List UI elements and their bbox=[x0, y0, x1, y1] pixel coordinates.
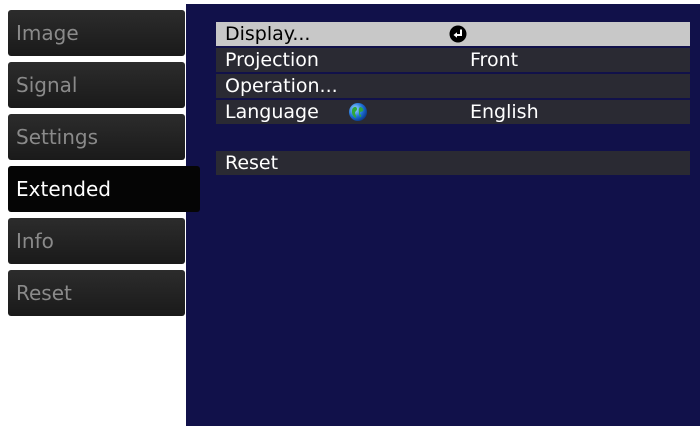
globe-icon bbox=[349, 103, 367, 121]
sidebar-item-signal[interactable]: Signal bbox=[8, 62, 185, 108]
row-label: Language bbox=[225, 101, 319, 123]
menu-row-operation[interactable]: Operation... bbox=[216, 74, 690, 98]
sidebar-item-info[interactable]: Info bbox=[8, 218, 185, 264]
menu-row-reset[interactable]: Reset bbox=[216, 151, 690, 175]
sidebar-item-settings[interactable]: Settings bbox=[8, 114, 185, 160]
row-label: Projection bbox=[225, 49, 319, 71]
row-value: Front bbox=[470, 49, 519, 71]
menu-row-display[interactable]: Display... bbox=[216, 22, 690, 46]
enter-icon bbox=[449, 25, 467, 43]
row-value: English bbox=[470, 101, 539, 123]
main-panel: Display... Projection Front Operation...… bbox=[186, 4, 700, 426]
sidebar-item-reset[interactable]: Reset bbox=[8, 270, 185, 316]
sidebar: Image Signal Settings Extended Info Rese… bbox=[0, 0, 200, 426]
menu-row-projection[interactable]: Projection Front bbox=[216, 48, 690, 72]
row-label: Reset bbox=[225, 152, 279, 174]
menu-row-language[interactable]: Language English bbox=[216, 100, 690, 124]
row-label: Operation... bbox=[225, 75, 338, 97]
sidebar-item-extended[interactable]: Extended bbox=[8, 166, 200, 212]
sidebar-item-image[interactable]: Image bbox=[8, 10, 185, 56]
row-label: Display... bbox=[225, 23, 311, 45]
